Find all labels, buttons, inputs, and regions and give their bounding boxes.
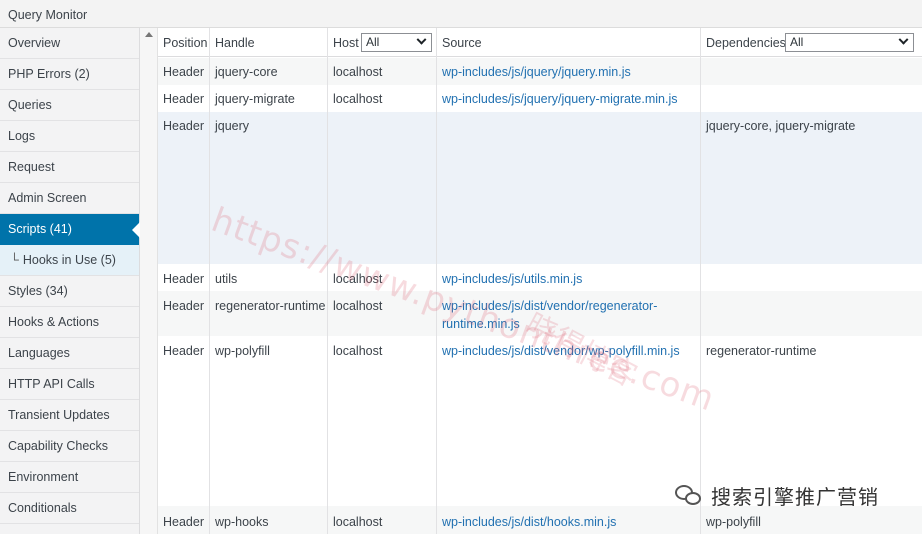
cell-source-link[interactable]: wp-includes/js/jquery/jquery.min.js bbox=[442, 63, 631, 81]
sidebar-item-http-api-calls[interactable]: HTTP API Calls bbox=[0, 369, 139, 400]
cell-position: Header bbox=[163, 344, 204, 358]
sidebar-item-capability-checks[interactable]: Capability Checks bbox=[0, 431, 139, 462]
sidebar-item-overview[interactable]: Overview bbox=[0, 28, 139, 59]
cell-position: Header bbox=[163, 92, 204, 106]
cell-position: Header bbox=[163, 515, 204, 529]
sidebar-item-transient-updates[interactable]: Transient Updates bbox=[0, 400, 139, 431]
column-divider bbox=[436, 28, 437, 534]
sidebar-item-environment[interactable]: Environment bbox=[0, 462, 139, 493]
tree-branch-icon: └ bbox=[10, 253, 19, 267]
cell-handle: wp-polyfill bbox=[215, 344, 270, 358]
host-filter-select[interactable]: All bbox=[361, 33, 432, 52]
sidebar-item-label: Hooks in Use (5) bbox=[22, 253, 116, 267]
wechat-account-name: 搜索引擎推广营销 bbox=[711, 484, 879, 509]
sidebar-item-hooks-in-use[interactable]: └ Hooks in Use (5) bbox=[0, 245, 139, 276]
cell-host: localhost bbox=[333, 272, 383, 286]
cell-host: localhost bbox=[333, 344, 383, 358]
sidebar-item-admin-screen[interactable]: Admin Screen bbox=[0, 183, 139, 214]
cell-handle: jquery-migrate bbox=[215, 92, 295, 106]
dependencies-filter-select[interactable]: All bbox=[785, 33, 914, 52]
sidebar-item-queries[interactable]: Queries bbox=[0, 90, 139, 121]
cell-source-link[interactable]: wp-includes/js/dist/vendor/wp-polyfill.m… bbox=[442, 342, 680, 360]
cell-position: Header bbox=[163, 299, 204, 313]
cell-position: Header bbox=[163, 272, 204, 286]
cell-dependencies: jquery-core, jquery-migrate bbox=[706, 119, 856, 133]
cell-source-link[interactable]: wp-includes/js/utils.min.js bbox=[442, 270, 582, 288]
cell-source-link[interactable]: wp-includes/js/dist/vendor/regenerator- bbox=[442, 297, 657, 315]
sidebar-item-styles[interactable]: Styles (34) bbox=[0, 276, 139, 307]
cell-handle: regenerator-runtime bbox=[215, 299, 326, 313]
cell-host: localhost bbox=[333, 65, 383, 79]
column-divider bbox=[327, 28, 328, 534]
sidebar-item-request[interactable]: Request bbox=[0, 152, 139, 183]
cell-source-link[interactable]: wp-includes/js/jquery/jquery-migrate.min… bbox=[442, 90, 678, 108]
chevron-down-icon bbox=[416, 34, 427, 45]
sidebar-item-languages[interactable]: Languages bbox=[0, 338, 139, 369]
scrollbar[interactable] bbox=[140, 28, 158, 534]
cell-host: localhost bbox=[333, 92, 383, 106]
host-filter-value: All bbox=[366, 35, 380, 49]
cell-handle: jquery bbox=[215, 119, 250, 133]
sidebar-item-hooks-actions[interactable]: Hooks & Actions bbox=[0, 307, 139, 338]
scroll-up-arrow-icon[interactable] bbox=[145, 32, 153, 37]
panel-title-bar: Query Monitor bbox=[0, 0, 922, 28]
cell-handle: wp-hooks bbox=[215, 515, 269, 529]
table-header-row: Position Handle Host All Source Dependen… bbox=[158, 28, 922, 57]
cell-source-link[interactable]: runtime.min.js bbox=[442, 315, 520, 333]
column-divider bbox=[209, 28, 210, 534]
cell-source-link[interactable]: wp-includes/js/dist/hooks.min.js bbox=[442, 513, 616, 531]
chevron-down-icon bbox=[898, 34, 909, 45]
cell-host: localhost bbox=[333, 299, 383, 313]
cell-host: localhost bbox=[333, 515, 383, 529]
sidebar-nav: Overview PHP Errors (2) Queries Logs Req… bbox=[0, 28, 140, 534]
cell-handle: utils bbox=[215, 272, 238, 286]
wechat-logo-icon bbox=[675, 483, 703, 507]
scripts-table: Position Handle Host All Source Dependen… bbox=[158, 28, 922, 534]
dependencies-filter-value: All bbox=[790, 35, 804, 49]
cell-dependencies: regenerator-runtime bbox=[706, 344, 817, 358]
column-header-handle[interactable]: Handle bbox=[215, 34, 255, 52]
cell-position: Header bbox=[163, 119, 204, 133]
column-header-source[interactable]: Source bbox=[442, 34, 482, 52]
column-header-dependencies: Dependencies bbox=[706, 36, 786, 50]
column-divider bbox=[700, 28, 701, 534]
sidebar-item-scripts[interactable]: Scripts (41) bbox=[0, 214, 140, 245]
cell-position: Header bbox=[163, 65, 204, 79]
sidebar-item-conditionals[interactable]: Conditionals bbox=[0, 493, 139, 524]
sidebar-item-php-errors[interactable]: PHP Errors (2) bbox=[0, 59, 139, 90]
wechat-account-badge: 搜索引擎推广营销 bbox=[675, 480, 879, 510]
sidebar-item-logs[interactable]: Logs bbox=[0, 121, 139, 152]
cell-dependencies: wp-polyfill bbox=[706, 515, 761, 529]
panel-title: Query Monitor bbox=[8, 8, 88, 22]
column-header-host: Host bbox=[333, 36, 359, 50]
cell-handle: jquery-core bbox=[215, 65, 278, 79]
column-header-position[interactable]: Position bbox=[163, 34, 207, 52]
